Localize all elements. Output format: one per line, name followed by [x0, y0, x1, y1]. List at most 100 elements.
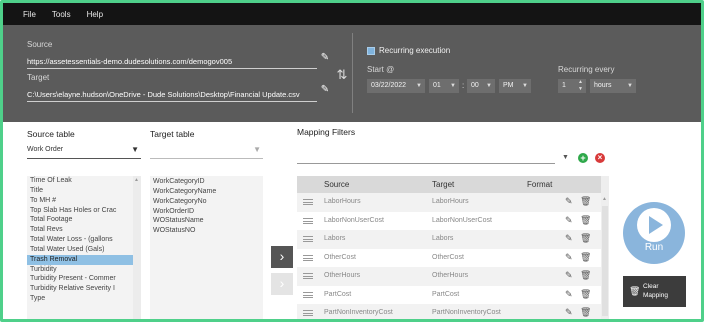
clear-mapping-button[interactable]: 🗑 Clear Mapping — [623, 276, 686, 307]
table-row[interactable]: OtherHours OtherHours ✎ 🗑 — [297, 267, 601, 286]
mapping-source-cell: PartCost — [324, 290, 352, 298]
source-field-list[interactable]: Time Of Leak Title To MH # Top Slab Has Hol… — [27, 176, 141, 319]
source-table-select[interactable]: Work Order ▼ — [27, 143, 141, 159]
drag-handle-icon[interactable] — [303, 217, 313, 224]
source-field-item[interactable]: Time Of Leak — [27, 176, 141, 186]
source-field-item[interactable]: Total Footage — [27, 215, 141, 225]
mapping-grid-scrollbar[interactable]: ▲ — [601, 176, 609, 319]
target-field-item[interactable]: WorkCategoryID — [150, 177, 263, 187]
table-row[interactable]: PartNonInventoryCost PartNonInventoryCost… — [297, 304, 601, 319]
source-field-item[interactable]: Total Revs — [27, 225, 141, 235]
source-field-items: Time Of Leak Title To MH # Top Slab Has Hol… — [27, 176, 141, 304]
delete-trash-icon[interactable]: 🗑 — [580, 233, 591, 244]
target-field-item[interactable]: WorkCategoryNo — [150, 197, 263, 207]
delete-trash-icon[interactable]: 🗑 — [580, 289, 591, 300]
scroll-up-icon[interactable]: ▲ — [134, 177, 139, 183]
filter-chevron-down-icon[interactable]: ▼ — [562, 154, 569, 161]
start-minute-select[interactable]: 00 ▼ — [467, 79, 495, 93]
interval-unit-select[interactable]: hours ▼ — [590, 79, 636, 93]
target-field-list[interactable]: WorkCategoryID WorkCategoryName WorkCatego… — [150, 176, 263, 319]
menu-help[interactable]: Help — [87, 10, 103, 19]
drag-handle-icon[interactable] — [303, 273, 313, 279]
interval-stepper[interactable]: 1 ▲ ▼ — [558, 79, 586, 93]
edit-target-pencil-icon[interactable]: ✎ — [319, 84, 331, 96]
scroll-thumb[interactable] — [602, 206, 608, 316]
column-header-target[interactable]: Target — [432, 180, 454, 189]
mapping-target-cell: PartNonInventoryCost — [432, 309, 501, 316]
target-path-field[interactable]: C:\Users\elayne.hudson\OneDrive - Dude S… — [27, 90, 317, 102]
mapping-target-cell: OtherHours — [432, 272, 469, 279]
source-field-item[interactable]: Turbidity — [27, 265, 141, 275]
mapping-grid: Source Target Format LaborHours LaborHour… — [297, 176, 609, 319]
table-row[interactable]: Labors Labors ✎ 🗑 — [297, 230, 601, 249]
add-filter-plus-icon[interactable]: + — [578, 153, 588, 163]
source-list-scrollbar[interactable]: ▲ — [133, 176, 141, 319]
delete-trash-icon[interactable]: 🗑 — [580, 307, 591, 318]
source-field-item[interactable]: To MH # — [27, 196, 141, 206]
edit-pencil-icon[interactable]: ✎ — [565, 289, 573, 300]
menu-file[interactable]: File — [23, 10, 36, 19]
target-field-item[interactable]: WorkCategoryName — [150, 187, 263, 197]
source-field-item[interactable]: Type — [27, 294, 141, 304]
column-header-source[interactable]: Source — [324, 180, 349, 189]
source-field-item[interactable]: Top Slab Has Holes or Crac — [27, 206, 141, 216]
remove-mapping-arrow-button[interactable]: › — [271, 273, 293, 295]
drag-handle-icon[interactable] — [303, 291, 313, 298]
mapping-source-cell: PartNonInventoryCost — [324, 309, 393, 316]
edit-pencil-icon[interactable]: ✎ — [565, 196, 573, 207]
mapping-grid-header: Source Target Format — [297, 176, 601, 193]
start-date-select[interactable]: 03/22/2022 ▼ — [367, 79, 425, 93]
edit-pencil-icon[interactable]: ✎ — [565, 252, 573, 263]
source-url-field[interactable]: https://assetessentials-demo.dudesolutio… — [27, 57, 317, 69]
target-field-item[interactable]: WOStatusName — [150, 216, 263, 226]
menu-tools[interactable]: Tools — [52, 10, 71, 19]
delete-trash-icon[interactable]: 🗑 — [580, 215, 591, 226]
target-table-select[interactable]: ▼ — [150, 143, 263, 159]
source-field-item[interactable]: Title — [27, 186, 141, 196]
edit-pencil-icon[interactable]: ✎ — [565, 215, 573, 226]
panel-divider — [352, 33, 353, 113]
target-table-label: Target table — [150, 129, 195, 139]
delete-trash-icon[interactable]: 🗑 — [580, 270, 591, 281]
app-window: File Tools Help Source https://assetesse… — [0, 0, 704, 322]
chevron-down-icon: ▼ — [131, 145, 139, 154]
target-field-item[interactable]: WorkOrderID — [150, 207, 263, 217]
drag-handle-icon[interactable] — [303, 236, 313, 242]
edit-source-pencil-icon[interactable]: ✎ — [319, 52, 331, 64]
chevron-down-icon: ▼ — [450, 83, 456, 89]
delete-trash-icon[interactable]: 🗑 — [580, 252, 591, 263]
mapping-target-cell: LaborNonUserCost — [432, 216, 492, 224]
run-button[interactable]: Run — [623, 202, 685, 264]
source-field-item[interactable]: Total Water Used (Gals) — [27, 245, 141, 255]
start-hour-select[interactable]: 01 ▼ — [429, 79, 459, 93]
target-field-item[interactable]: WOStatusNO — [150, 226, 263, 236]
play-icon — [637, 208, 671, 242]
source-field-item[interactable]: Total Water Loss - (gallons — [27, 235, 141, 245]
source-field-item[interactable]: Turbidity Relative Severity I — [27, 284, 141, 294]
time-separator: : — [462, 81, 465, 90]
source-field-item[interactable]: Trash Removal — [27, 254, 141, 265]
table-row[interactable]: PartCost PartCost ✎ 🗑 — [297, 286, 601, 305]
table-row[interactable]: LaborNonUserCost LaborNonUserCost ✎ 🗑 — [297, 212, 601, 231]
remove-filter-x-icon[interactable]: × — [595, 153, 605, 163]
swap-icon[interactable]: ⇅ — [335, 67, 349, 83]
mapping-target-cell: PartCost — [432, 290, 460, 298]
edit-pencil-icon[interactable]: ✎ — [565, 270, 573, 281]
edit-pencil-icon[interactable]: ✎ — [565, 233, 573, 244]
edit-pencil-icon[interactable]: ✎ — [565, 307, 573, 318]
column-header-format[interactable]: Format — [527, 180, 552, 189]
start-ampm-select[interactable]: PM ▼ — [499, 79, 531, 93]
table-row[interactable]: OtherCost OtherCost ✎ 🗑 — [297, 249, 601, 268]
add-mapping-arrow-button[interactable]: › — [271, 246, 293, 268]
source-field-item[interactable]: Turbidity Present - Commer — [27, 274, 141, 284]
chevron-down-icon: ▼ — [522, 83, 528, 89]
table-row[interactable]: LaborHours LaborHours ✎ 🗑 — [297, 193, 601, 212]
drag-handle-icon[interactable] — [303, 199, 313, 205]
drag-handle-icon[interactable] — [303, 310, 313, 316]
mapping-target-cell: Labors — [432, 235, 454, 242]
recurring-checkbox[interactable] — [367, 47, 375, 55]
delete-trash-icon[interactable]: 🗑 — [580, 196, 591, 207]
mapping-filter-input[interactable] — [297, 148, 555, 164]
scroll-up-icon[interactable]: ▲ — [602, 196, 607, 202]
drag-handle-icon[interactable] — [303, 254, 313, 261]
